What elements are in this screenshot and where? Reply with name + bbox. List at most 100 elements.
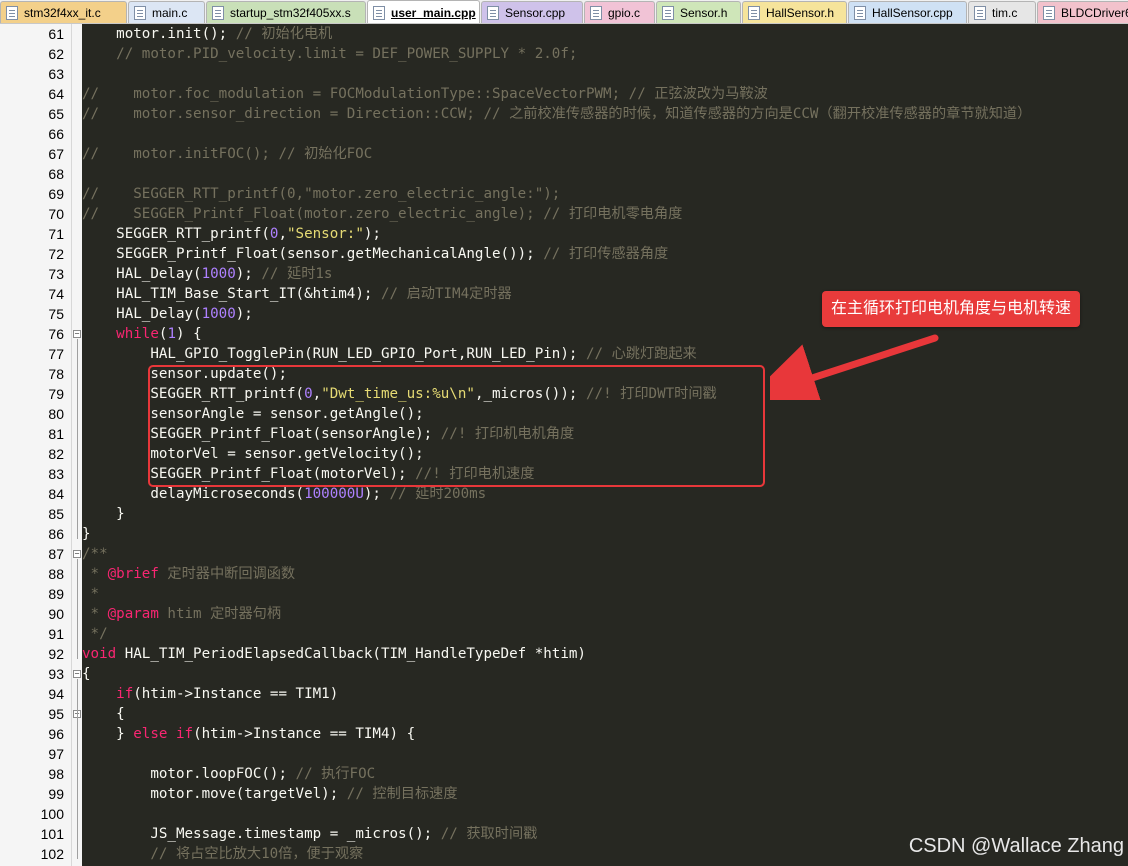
code-text: SEGGER_RTT_printf(0,"Sensor:"); — [82, 226, 381, 242]
file-icon — [6, 5, 18, 20]
code-line[interactable]: delayMicroseconds(100000U); // 延时200ms — [82, 484, 1128, 504]
tab-label: Sensor.cpp — [505, 5, 566, 20]
line-number: 85 — [48, 506, 64, 522]
line-number: 89 — [48, 586, 64, 602]
code-line[interactable]: while(1) { — [82, 324, 1128, 344]
line-number: 70 — [48, 206, 64, 222]
line-number: 72 — [48, 246, 64, 262]
code-line[interactable]: } — [82, 504, 1128, 524]
code-line[interactable]: if(htim->Instance == TIM1) — [82, 684, 1128, 704]
tab-label: main.c — [152, 5, 188, 20]
line-number: 90 — [48, 606, 64, 622]
line-number: 71 — [48, 226, 64, 242]
line-number: 95 — [48, 706, 64, 722]
code-line[interactable]: } — [82, 524, 1128, 544]
code-line[interactable]: // motor.initFOC(); // 初始化FOC — [82, 144, 1128, 164]
code-line[interactable]: // SEGGER_Printf_Float(motor.zero_electr… — [82, 204, 1128, 224]
fold-guide — [77, 559, 78, 659]
code-text: motor.init(); // 初始化电机 — [82, 26, 333, 42]
line-number: 63 — [48, 66, 64, 82]
file-icon — [134, 5, 146, 20]
code-line[interactable]: HAL_GPIO_TogglePin(RUN_LED_GPIO_Port,RUN… — [82, 344, 1128, 364]
code-line[interactable]: /** — [82, 544, 1128, 564]
line-number: 101 — [40, 826, 64, 842]
code-line[interactable]: SEGGER_Printf_Float(sensor.getMechanical… — [82, 244, 1128, 264]
code-text: // SEGGER_RTT_printf(0,"motor.zero_elect… — [82, 186, 561, 202]
code-text: SEGGER_Printf_Float(sensor.getMechanical… — [82, 246, 669, 262]
tab-sensor-cpp[interactable]: Sensor.cpp — [481, 1, 583, 23]
code-text: // motor.initFOC(); // 初始化FOC — [82, 146, 373, 162]
code-line[interactable]: motor.loopFOC(); // 执行FOC — [82, 764, 1128, 784]
tab-stm32f4xx-it-c[interactable]: stm32f4xx_it.c — [0, 1, 127, 23]
code-line[interactable]: } else if(htim->Instance == TIM4) { — [82, 724, 1128, 744]
line-number: 88 — [48, 566, 64, 582]
code-line[interactable]: // motor.foc_modulation = FOCModulationT… — [82, 84, 1128, 104]
code-line[interactable] — [82, 804, 1128, 824]
code-text: JS_Message.timestamp = _micros(); // 获取时… — [82, 826, 538, 842]
tab-startup-stm32f405xx-s[interactable]: startup_stm32f405xx.s — [206, 1, 366, 23]
line-number: 67 — [48, 146, 64, 162]
line-number: 76 — [48, 326, 64, 342]
code-text: // motor.PID_velocity.limit = DEF_POWER_… — [116, 46, 578, 62]
line-number-gutter: 61 62 63 64 65 66 67 68 69 70 71 72 73 74 75 76 77 78 79 80… — [0, 24, 72, 866]
line-number: 94 — [48, 686, 64, 702]
line-number: 81 — [48, 426, 64, 442]
tab-gpio-c[interactable]: gpio.c — [584, 1, 655, 23]
tab-main-c[interactable]: main.c — [128, 1, 205, 23]
line-number: 98 — [48, 766, 64, 782]
code-line[interactable]: motor.move(targetVel); // 控制目标速度 — [82, 784, 1128, 804]
code-line[interactable] — [82, 124, 1128, 144]
code-text: HAL_GPIO_TogglePin(RUN_LED_GPIO_Port,RUN… — [82, 346, 697, 362]
tab-user-main-cpp[interactable]: user_main.cpp — [367, 0, 480, 23]
tab-label: Sensor.h — [680, 5, 728, 20]
code-line[interactable]: */ — [82, 624, 1128, 644]
code-line[interactable]: SEGGER_RTT_printf(0,"Sensor:"); — [82, 224, 1128, 244]
tab-label: HallSensor.cpp — [872, 5, 953, 20]
line-number: 91 — [48, 626, 64, 642]
tab-sensor-h[interactable]: Sensor.h — [656, 1, 741, 23]
code-line[interactable]: * @param htim 定时器句柄 — [82, 604, 1128, 624]
highlight-box — [148, 365, 765, 487]
fold-toggle-icon[interactable]: − — [73, 670, 81, 678]
code-line[interactable]: // motor.PID_velocity.limit = DEF_POWER_… — [82, 44, 1128, 64]
tab-label: user_main.cpp — [391, 5, 476, 20]
code-text: } — [82, 526, 91, 542]
code-text: { — [82, 706, 125, 722]
code-line[interactable]: void HAL_TIM_PeriodElapsedCallback(TIM_H… — [82, 644, 1128, 664]
code-text: motor.loopFOC(); // 执行FOC — [82, 766, 376, 782]
code-line[interactable] — [82, 64, 1128, 84]
tab-hallsensor-cpp[interactable]: HallSensor.cpp — [848, 1, 967, 23]
line-number: 62 — [48, 46, 64, 62]
line-number: 61 — [48, 26, 64, 42]
code-line[interactable]: // motor.sensor_direction = Direction::C… — [82, 104, 1128, 124]
tab-tim-c[interactable]: tim.c — [968, 1, 1036, 23]
code-text: * — [82, 586, 108, 602]
code-line[interactable]: * — [82, 584, 1128, 604]
code-text: * @param htim 定时器句柄 — [82, 606, 282, 622]
code-line[interactable]: motor.init(); // 初始化电机 — [82, 24, 1128, 44]
code-line[interactable]: { — [82, 704, 1128, 724]
fold-toggle-icon[interactable]: − — [73, 550, 81, 558]
code-text: if(htim->Instance == TIM1) — [116, 686, 339, 702]
code-line[interactable] — [82, 744, 1128, 764]
code-line[interactable]: { — [82, 664, 1128, 684]
code-text: // motor.foc_modulation = FOCModulationT… — [82, 86, 768, 102]
line-number: 68 — [48, 166, 64, 182]
tab-hallsensor-h[interactable]: HallSensor.h — [742, 1, 847, 23]
file-icon — [974, 5, 986, 20]
code-line[interactable] — [82, 164, 1128, 184]
code-text: // SEGGER_Printf_Float(motor.zero_electr… — [82, 206, 683, 222]
fold-toggle-icon[interactable]: − — [73, 330, 81, 338]
file-icon — [748, 5, 760, 20]
code-line[interactable]: HAL_Delay(1000); // 延时1s — [82, 264, 1128, 284]
file-icon — [212, 5, 224, 20]
code-text: motor.move(targetVel); // 控制目标速度 — [82, 786, 458, 802]
line-number: 66 — [48, 126, 64, 142]
line-number: 80 — [48, 406, 64, 422]
code-text: */ — [82, 626, 108, 642]
tab-bldcdriver6[interactable]: BLDCDriver6 — [1037, 1, 1128, 23]
code-line[interactable]: // SEGGER_RTT_printf(0,"motor.zero_elect… — [82, 184, 1128, 204]
code-line[interactable]: * @brief 定时器中断回调函数 — [82, 564, 1128, 584]
